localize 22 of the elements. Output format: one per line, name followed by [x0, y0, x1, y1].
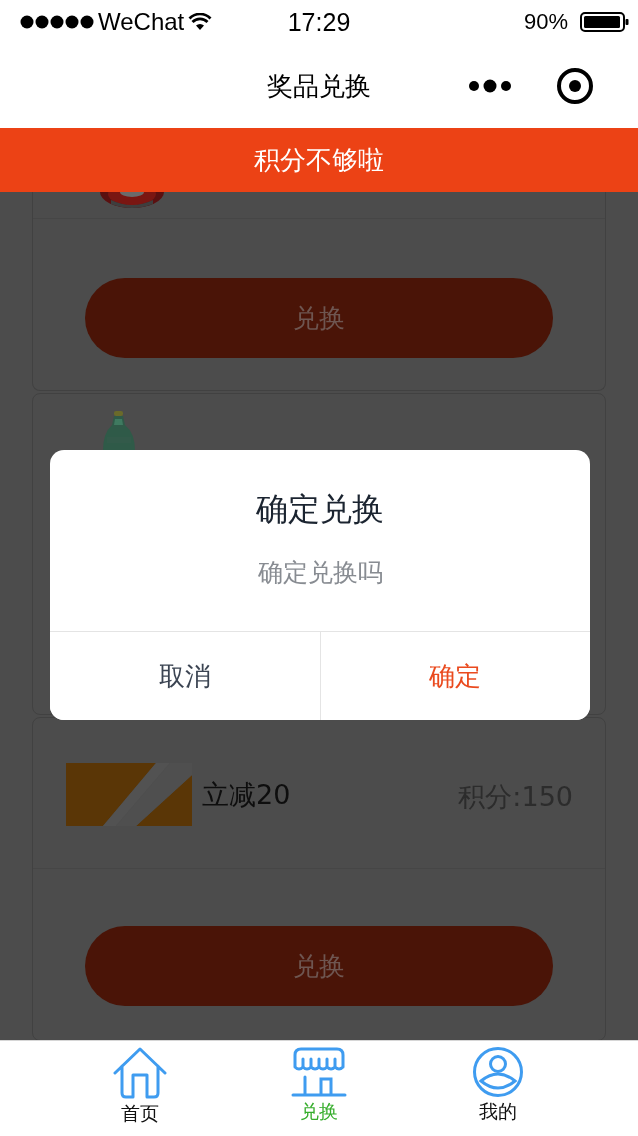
profile-icon	[472, 1047, 525, 1097]
carrier-name: WeChat	[98, 8, 185, 36]
signal-icon	[20, 15, 94, 29]
more-icon[interactable]	[468, 78, 514, 94]
battery-percent: 90%	[523, 9, 568, 35]
page-title: 奖品兑换	[267, 69, 371, 103]
redeem-button[interactable]: 兑换	[85, 278, 553, 358]
toast-banner: 积分不够啦	[0, 128, 638, 192]
wifi-icon	[188, 13, 213, 31]
prize-name: 立减20	[202, 778, 291, 812]
shop-icon	[291, 1047, 347, 1097]
redeem-button[interactable]: 兑换	[85, 926, 553, 1006]
tab-item[interactable]: 首页	[84, 1047, 195, 1136]
battery-icon	[580, 11, 630, 33]
dialog-message: 确定兑换吗	[257, 557, 383, 589]
record-icon[interactable]	[556, 67, 594, 105]
home-icon	[112, 1047, 167, 1099]
confirm-button[interactable]: 确定	[319, 632, 590, 720]
tab-item[interactable]: 我的	[443, 1047, 554, 1136]
tab-item[interactable]: 兑换	[264, 1047, 374, 1136]
status-time: 17:29	[287, 7, 351, 37]
dialog-title: 确定兑换	[256, 489, 384, 530]
